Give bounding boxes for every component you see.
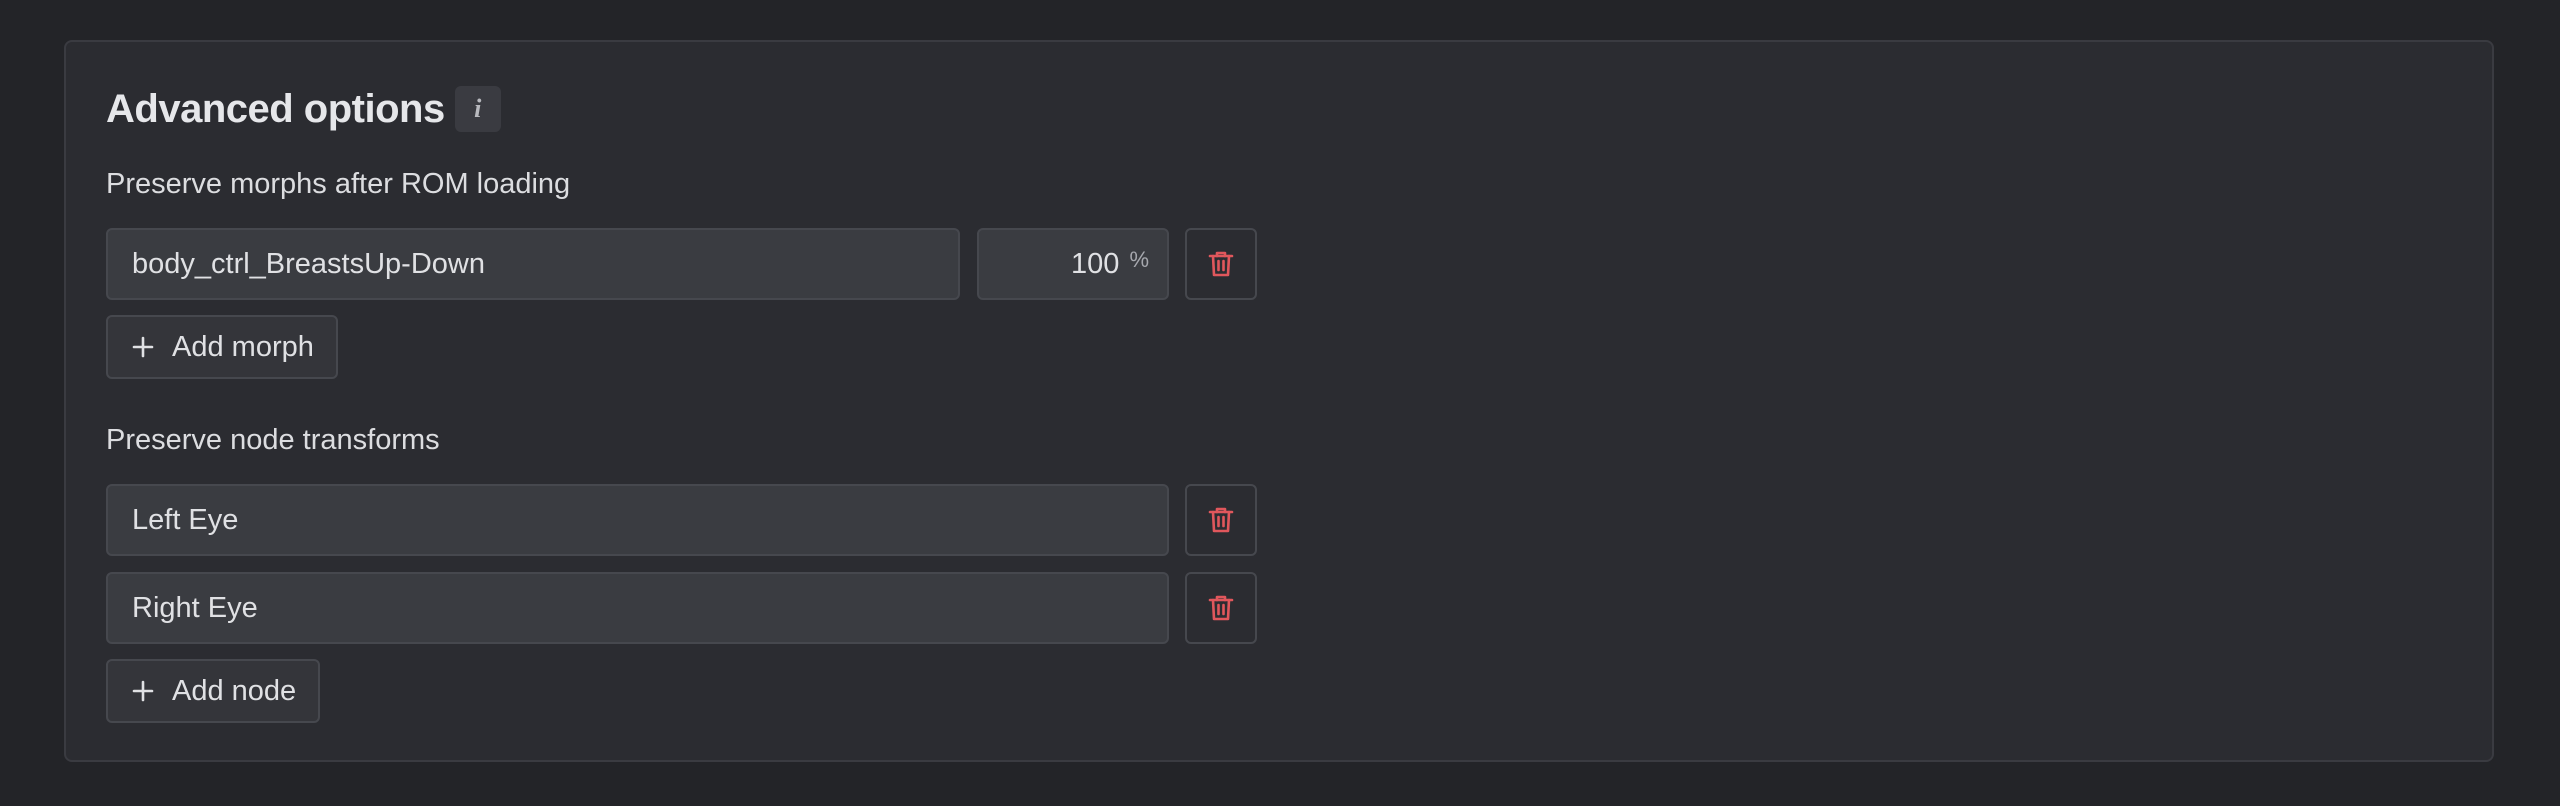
plus-icon [132, 336, 154, 358]
morph-value: 100 [1071, 247, 1120, 280]
delete-node-button[interactable] [1185, 572, 1257, 644]
plus-icon [132, 680, 154, 702]
panel-header: Advanced options i [106, 86, 501, 132]
trash-icon [1208, 507, 1234, 533]
morph-value-input[interactable]: 100 % [977, 228, 1169, 300]
add-morph-label: Add morph [172, 330, 314, 363]
trash-icon [1208, 595, 1234, 621]
nodes-section-label: Preserve node transforms [106, 424, 440, 456]
trash-icon [1208, 251, 1234, 277]
panel-title: Advanced options [106, 87, 445, 131]
advanced-options-panel: Advanced options i Preserve morphs after… [64, 40, 2494, 762]
percent-unit: % [1129, 247, 1149, 272]
morphs-section-label: Preserve morphs after ROM loading [106, 168, 571, 200]
delete-node-button[interactable] [1185, 484, 1257, 556]
node-name-input[interactable]: Left Eye [106, 484, 1169, 556]
add-node-label: Add node [172, 674, 297, 707]
add-morph-button[interactable]: Add morph [106, 315, 338, 379]
node-name-input[interactable]: Right Eye [106, 572, 1169, 644]
info-icon[interactable]: i [454, 86, 501, 132]
add-node-button[interactable]: Add node [106, 659, 321, 723]
delete-morph-button[interactable] [1185, 228, 1257, 300]
morph-name-input[interactable]: body_ctrl_BreastsUp-Down [106, 228, 960, 300]
